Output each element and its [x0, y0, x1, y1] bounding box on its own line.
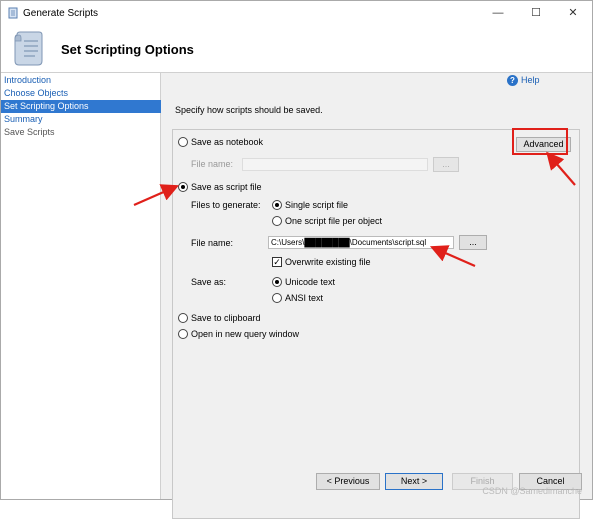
- help-link[interactable]: ? Help: [507, 75, 540, 86]
- window-title: Generate Scripts: [23, 8, 99, 19]
- save-as-script-file-label: Save as script file: [191, 182, 262, 192]
- generate-scripts-window: Generate Scripts — ☐ ✕ Set Scripting Opt…: [0, 0, 593, 519]
- description-text: Specify how scripts should be saved.: [175, 105, 323, 115]
- wizard-nav: Introduction Choose Objects Set Scriptin…: [1, 73, 161, 499]
- page-title: Set Scripting Options: [61, 42, 194, 57]
- single-script-file-label: Single script file: [285, 200, 349, 210]
- output-options-group: Save as notebook File name: ... Advanced…: [172, 129, 580, 519]
- previous-button[interactable]: < Previous: [316, 473, 380, 490]
- scroll-icon: [14, 31, 43, 66]
- nav-item-save-scripts: Save Scripts: [4, 127, 55, 137]
- next-button[interactable]: Next >: [385, 473, 443, 490]
- save-as-label: Save as:: [191, 277, 227, 287]
- open-new-query-window-radio[interactable]: [178, 329, 188, 339]
- minimize-button[interactable]: —: [479, 1, 517, 25]
- notebook-file-name-label: File name:: [191, 159, 234, 169]
- save-as-script-file-radio[interactable]: [178, 182, 188, 192]
- ansi-text-label: ANSI text: [285, 293, 324, 303]
- close-button[interactable]: ✕: [554, 1, 592, 25]
- nav-item-introduction[interactable]: Introduction: [1, 74, 161, 87]
- open-new-query-window-label: Open in new query window: [191, 329, 300, 339]
- ansi-text-radio[interactable]: [272, 293, 282, 303]
- notebook-file-name-input: [242, 158, 428, 171]
- nav-item-set-scripting-options[interactable]: Set Scripting Options: [1, 100, 161, 113]
- title-bar[interactable]: Generate Scripts — ☐ ✕: [1, 1, 592, 25]
- nav-item-choose-objects[interactable]: Choose Objects: [1, 87, 161, 100]
- file-name-input[interactable]: C:\Users\████████\Documents\script.sql: [268, 236, 454, 249]
- watermark: CSDN @Samedimanche: [482, 486, 582, 496]
- save-to-clipboard-radio[interactable]: [178, 313, 188, 323]
- notebook-browse-button: ...: [433, 157, 459, 172]
- one-file-per-object-radio[interactable]: [272, 216, 282, 226]
- wizard-header: Set Scripting Options: [1, 25, 592, 73]
- one-file-per-object-label: One script file per object: [285, 216, 383, 226]
- file-name-label: File name:: [191, 238, 234, 248]
- unicode-text-label: Unicode text: [285, 277, 336, 287]
- save-to-clipboard-label: Save to clipboard: [191, 313, 261, 323]
- file-browse-button[interactable]: ...: [459, 235, 487, 250]
- overwrite-label: Overwrite existing file: [285, 257, 371, 267]
- save-as-notebook-radio[interactable]: [178, 137, 188, 147]
- script-icon: [8, 7, 18, 19]
- overwrite-checkbox[interactable]: ✓: [272, 257, 282, 267]
- single-script-file-radio[interactable]: [272, 200, 282, 210]
- unicode-text-radio[interactable]: [272, 277, 282, 287]
- advanced-highlight-box: [512, 128, 568, 155]
- maximize-button[interactable]: ☐: [517, 1, 555, 25]
- save-as-notebook-label: Save as notebook: [191, 137, 264, 147]
- help-label: Help: [521, 75, 540, 85]
- nav-item-summary[interactable]: Summary: [1, 113, 161, 126]
- files-to-generate-label: Files to generate:: [191, 200, 261, 210]
- help-icon: ?: [507, 75, 518, 86]
